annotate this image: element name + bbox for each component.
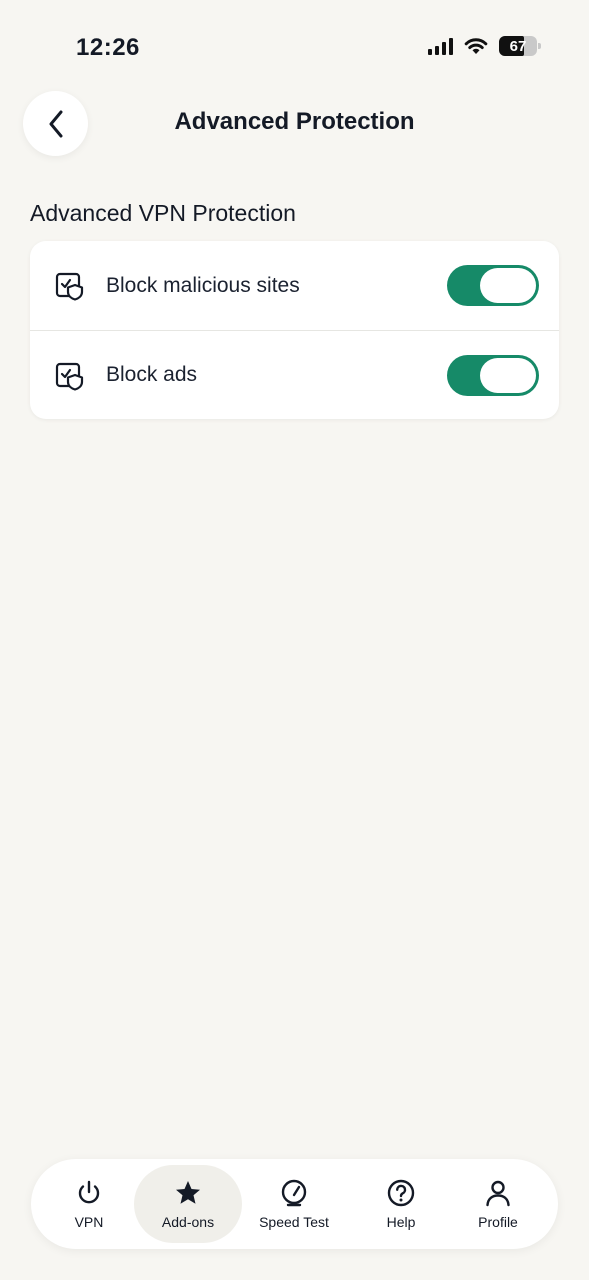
tab-speed-test[interactable]: Speed Test bbox=[240, 1165, 348, 1243]
protection-settings-card: Block malicious sites Block ads bbox=[30, 241, 559, 419]
setting-row-block-malicious-sites: Block malicious sites bbox=[30, 241, 559, 330]
cellular-signal-icon bbox=[428, 37, 453, 55]
tab-label: Speed Test bbox=[259, 1214, 329, 1230]
battery-icon: 67 bbox=[499, 36, 541, 56]
shield-window-icon bbox=[55, 362, 84, 391]
block-ads-toggle[interactable] bbox=[447, 355, 539, 396]
block-malicious-sites-toggle[interactable] bbox=[447, 265, 539, 306]
page-title: Advanced Protection bbox=[174, 108, 415, 135]
setting-label: Block malicious sites bbox=[106, 273, 300, 297]
shield-window-icon bbox=[55, 272, 84, 301]
power-icon bbox=[78, 1180, 100, 1204]
tab-add-ons[interactable]: Add-ons bbox=[134, 1165, 242, 1243]
tab-profile[interactable]: Profile bbox=[444, 1165, 552, 1243]
setting-row-block-ads: Block ads bbox=[30, 330, 559, 419]
setting-label: Block ads bbox=[106, 363, 198, 386]
section-title: Advanced VPN Protection bbox=[30, 200, 296, 226]
tab-label: VPN bbox=[74, 1214, 104, 1230]
toggle-knob bbox=[480, 358, 536, 393]
toggle-knob bbox=[480, 268, 536, 303]
star-icon bbox=[176, 1181, 200, 1204]
bottom-tab-bar: VPN Add-ons Speed Test Help Profile bbox=[31, 1159, 558, 1249]
status-bar: 12:26 67 bbox=[0, 0, 589, 90]
status-icons: 67 bbox=[428, 36, 541, 56]
tab-help[interactable]: Help bbox=[347, 1165, 455, 1243]
help-circle-icon bbox=[387, 1179, 415, 1207]
speedometer-icon bbox=[281, 1179, 307, 1207]
wifi-icon bbox=[464, 38, 488, 54]
tab-vpn[interactable]: VPN bbox=[35, 1165, 143, 1243]
tab-label: Help bbox=[386, 1214, 416, 1230]
tab-label: Profile bbox=[478, 1214, 518, 1230]
status-time: 12:26 bbox=[76, 34, 140, 61]
tab-label: Add-ons bbox=[161, 1214, 215, 1230]
user-icon bbox=[486, 1180, 510, 1207]
battery-level: 67 bbox=[509, 37, 527, 55]
